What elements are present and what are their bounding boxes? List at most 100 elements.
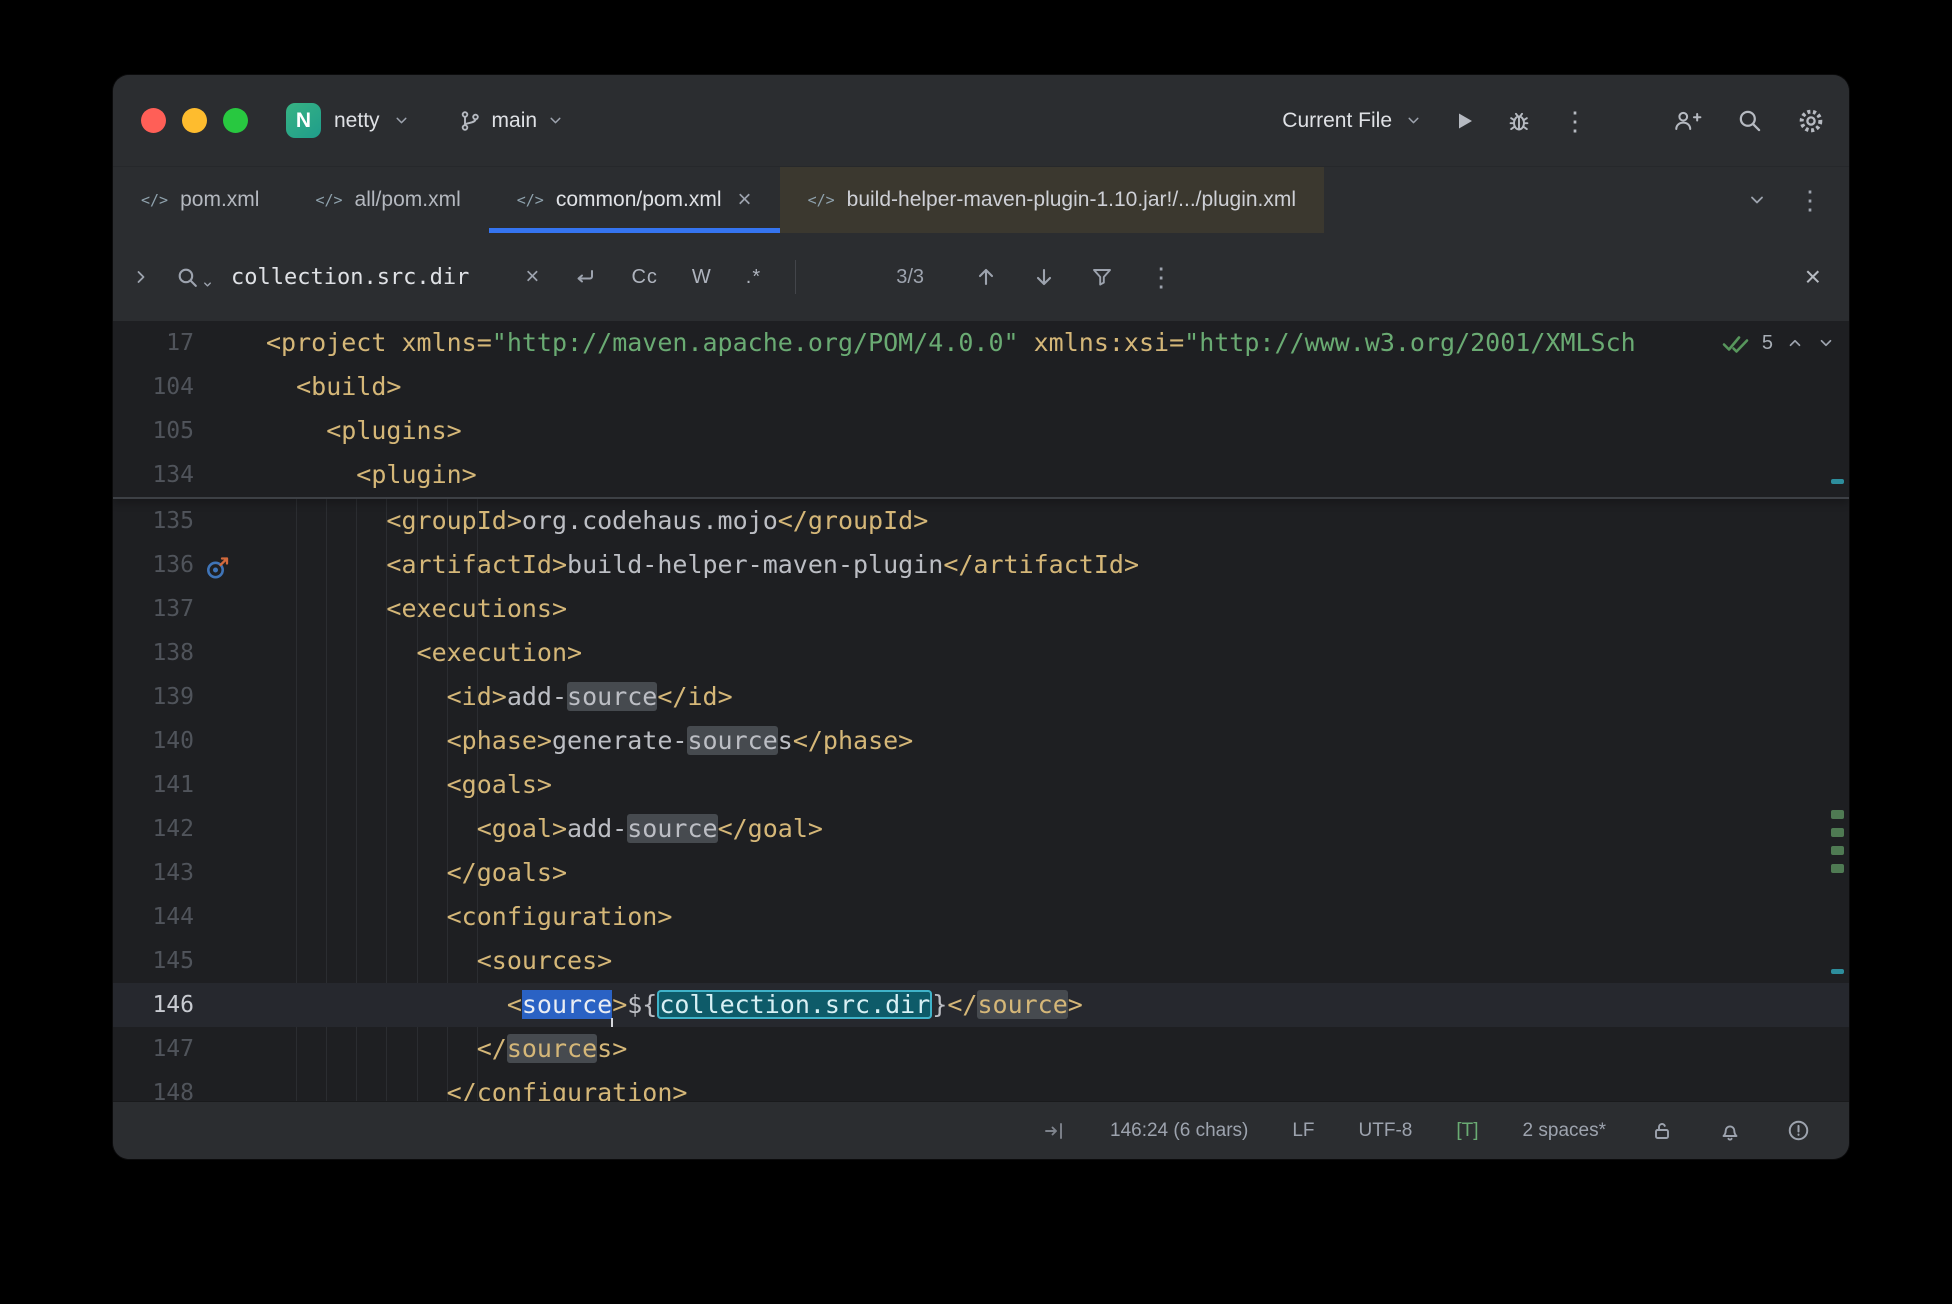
previous-occurrence-icon[interactable] <box>974 265 998 289</box>
editor-lines: 135 <groupId>org.codehaus.mojo</groupId>… <box>113 499 1849 1101</box>
line-number[interactable]: 134 <box>113 453 194 497</box>
chevron-down-icon <box>202 279 213 290</box>
line-number[interactable]: 143 <box>113 851 194 895</box>
editor[interactable]: 17<project xmlns="http://maven.apache.or… <box>113 321 1849 1101</box>
next-occurrence-icon[interactable] <box>1032 265 1056 289</box>
project-widget[interactable]: N netty <box>286 103 410 138</box>
chevron-down-icon <box>547 112 564 129</box>
vcs-widget[interactable]: main <box>458 109 565 133</box>
code-line[interactable]: 141 <goals> <box>113 763 1849 807</box>
code-line[interactable]: 104 <build> <box>113 365 1849 409</box>
column-jump-icon[interactable] <box>1042 1119 1066 1143</box>
code-with-me-icon[interactable] <box>1672 108 1702 134</box>
new-line-icon[interactable] <box>573 265 597 289</box>
current-search-match[interactable]: collection.src.dir <box>657 990 932 1019</box>
search-history-button[interactable] <box>175 265 213 290</box>
line-number[interactable]: 137 <box>113 587 194 631</box>
scrollbar-error-stripe[interactable] <box>1829 321 1847 1101</box>
code-line[interactable]: 148 </configuration> <box>113 1071 1849 1101</box>
settings-gear-icon[interactable] <box>1797 107 1825 135</box>
run-configuration-selector[interactable]: Current File <box>1282 109 1422 133</box>
code-line[interactable]: 139 <id>add-source</id> <box>113 675 1849 719</box>
gutter <box>194 409 240 453</box>
line-number[interactable]: 17 <box>113 321 194 365</box>
code-line[interactable]: 135 <groupId>org.codehaus.mojo</groupId> <box>113 499 1849 543</box>
code-line[interactable]: 147 </sources> <box>113 1027 1849 1071</box>
line-number[interactable]: 105 <box>113 409 194 453</box>
tab-close-icon[interactable]: × <box>738 188 752 212</box>
close-window-button[interactable] <box>141 108 166 133</box>
whole-words-toggle[interactable]: W <box>692 266 712 289</box>
code-line[interactable]: 137 <executions> <box>113 587 1849 631</box>
line-number[interactable]: 142 <box>113 807 194 851</box>
clear-search-icon[interactable]: × <box>525 265 539 289</box>
tab-label: build-helper-maven-plugin-1.10.jar!/.../… <box>847 188 1296 212</box>
tab[interactable]: </>common/pom.xml× <box>489 167 780 233</box>
hidden-tabs-chevron-icon[interactable] <box>1747 190 1767 210</box>
line-number[interactable]: 145 <box>113 939 194 983</box>
tab[interactable]: </>pom.xml <box>113 167 287 233</box>
code-text: <goal>add-source</goal> <box>240 807 1849 851</box>
close-search-icon[interactable]: × <box>1805 263 1821 291</box>
stripe-mark[interactable] <box>1831 846 1844 855</box>
code-line[interactable]: 142 <goal>add-source</goal> <box>113 807 1849 851</box>
line-number[interactable]: 135 <box>113 499 194 543</box>
indent-info[interactable]: 2 spaces* <box>1523 1120 1606 1142</box>
search-everywhere-icon[interactable] <box>1736 107 1763 134</box>
tab-indicator[interactable]: [T] <box>1456 1120 1478 1142</box>
code-line[interactable]: 140 <phase>generate-sources</phase> <box>113 719 1849 763</box>
search-filter-icon[interactable] <box>1090 265 1114 289</box>
code-line[interactable]: 144 <configuration> <box>113 895 1849 939</box>
line-number[interactable]: 146 <box>113 983 194 1027</box>
code-line[interactable]: 143 </goals> <box>113 851 1849 895</box>
line-number[interactable]: 147 <box>113 1027 194 1071</box>
line-number[interactable]: 136 <box>113 543 194 587</box>
regex-toggle[interactable]: .* <box>746 266 761 289</box>
code-line[interactable]: 138 <execution> <box>113 631 1849 675</box>
minimize-window-button[interactable] <box>182 108 207 133</box>
unlock-icon[interactable] <box>1650 1119 1674 1143</box>
zoom-window-button[interactable] <box>223 108 248 133</box>
line-number[interactable]: 138 <box>113 631 194 675</box>
match-case-toggle[interactable]: Cc <box>631 266 657 289</box>
code-line[interactable]: 105 <plugins> <box>113 409 1849 453</box>
code-line[interactable]: 145 <sources> <box>113 939 1849 983</box>
line-number[interactable]: 148 <box>113 1071 194 1101</box>
stripe-mark[interactable] <box>1831 969 1844 974</box>
project-icon: N <box>286 103 321 138</box>
expand-replace-chevron-icon[interactable] <box>131 267 151 287</box>
search-input[interactable]: collection.src.dir <box>231 265 469 290</box>
stripe-mark[interactable] <box>1831 828 1844 837</box>
debug-button[interactable] <box>1506 108 1532 134</box>
file-encoding[interactable]: UTF-8 <box>1359 1120 1413 1142</box>
more-actions-icon[interactable]: ⋮ <box>1562 108 1588 134</box>
next-problem-chevron-icon[interactable] <box>1817 334 1835 352</box>
previous-problem-chevron-icon[interactable] <box>1786 334 1804 352</box>
line-number[interactable]: 104 <box>113 365 194 409</box>
line-number[interactable]: 139 <box>113 675 194 719</box>
inspections-widget[interactable]: 5 <box>1706 321 1835 365</box>
line-number[interactable]: 144 <box>113 895 194 939</box>
code-text: <sources> <box>240 939 1849 983</box>
ide-window: N netty main Current File <box>113 75 1849 1159</box>
stripe-mark[interactable] <box>1831 864 1844 873</box>
search-options-icon[interactable]: ⋮ <box>1148 264 1174 290</box>
line-number[interactable]: 140 <box>113 719 194 763</box>
code-text: <id>add-source</id> <box>240 675 1849 719</box>
code-line[interactable]: 17<project xmlns="http://maven.apache.or… <box>113 321 1849 365</box>
line-number[interactable]: 141 <box>113 763 194 807</box>
stripe-mark[interactable] <box>1831 810 1844 819</box>
code-line[interactable]: 134 <plugin> <box>113 453 1849 497</box>
notifications-bell-icon[interactable] <box>1718 1119 1742 1143</box>
code-line[interactable]: 136 <artifactId>build-helper-maven-plugi… <box>113 543 1849 587</box>
caret-position[interactable]: 146:24 (6 chars) <box>1110 1120 1248 1142</box>
tab[interactable]: </>all/pom.xml <box>287 167 488 233</box>
tab[interactable]: </>build-helper-maven-plugin-1.10.jar!/.… <box>780 167 1324 233</box>
code-text: <artifactId>build-helper-maven-plugin</a… <box>240 543 1849 587</box>
run-button[interactable] <box>1452 109 1476 133</box>
line-separator[interactable]: LF <box>1292 1120 1314 1142</box>
stripe-mark[interactable] <box>1831 479 1844 484</box>
code-line[interactable]: 146 <source>${collection.src.dir}</sourc… <box>113 983 1849 1027</box>
tab-options-icon[interactable]: ⋮ <box>1797 187 1823 213</box>
inspections-status-icon[interactable] <box>1786 1118 1811 1143</box>
